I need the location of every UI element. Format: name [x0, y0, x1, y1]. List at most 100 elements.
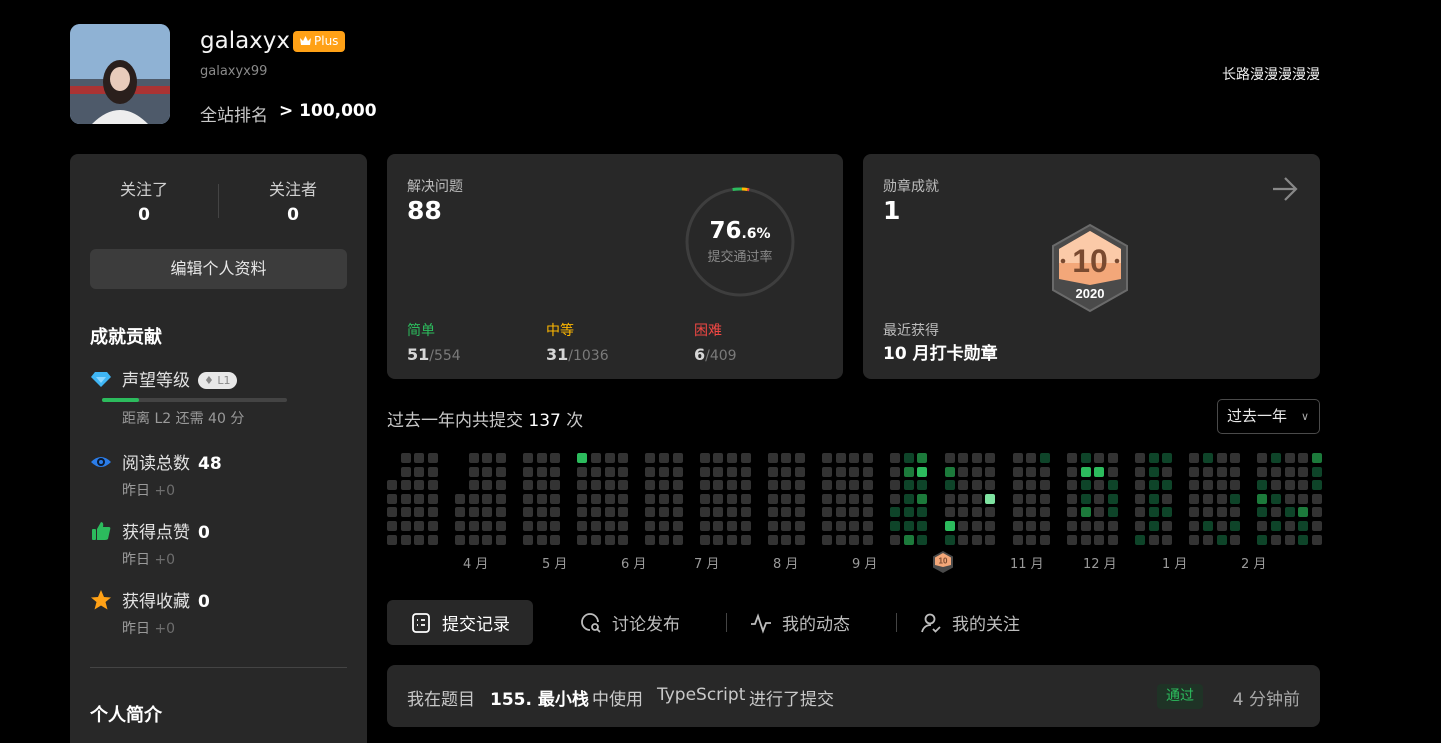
- heatmap-cell[interactable]: [1013, 535, 1023, 545]
- heatmap-cell[interactable]: [1298, 507, 1308, 517]
- heatmap-cell[interactable]: [822, 521, 832, 531]
- heatmap-cell[interactable]: [1217, 467, 1227, 477]
- heatmap-cell[interactable]: [795, 494, 805, 504]
- heatmap-cell[interactable]: [1081, 467, 1091, 477]
- heatmap-cell[interactable]: [1312, 507, 1322, 517]
- heatmap-cell[interactable]: [1162, 480, 1172, 490]
- heatmap-cell[interactable]: [1189, 521, 1199, 531]
- heatmap-cell[interactable]: [1094, 535, 1104, 545]
- heatmap-cell[interactable]: [387, 480, 397, 490]
- heatmap-cell[interactable]: [863, 535, 873, 545]
- heatmap-cell[interactable]: [618, 480, 628, 490]
- heatmap-cell[interactable]: [1285, 494, 1295, 504]
- heatmap-cell[interactable]: [496, 480, 506, 490]
- heatmap-cell[interactable]: [659, 507, 669, 517]
- arrow-right-icon[interactable]: [1271, 176, 1299, 206]
- heatmap-cell[interactable]: [1271, 467, 1281, 477]
- heatmap-cell[interactable]: [550, 521, 560, 531]
- heatmap-cell[interactable]: [645, 480, 655, 490]
- heatmap-cell[interactable]: [1094, 494, 1104, 504]
- heatmap-cell[interactable]: [904, 480, 914, 490]
- heatmap-cell[interactable]: [1162, 521, 1172, 531]
- heatmap-cell[interactable]: [836, 521, 846, 531]
- heatmap-cell[interactable]: [523, 467, 533, 477]
- heatmap-cell[interactable]: [469, 535, 479, 545]
- heatmap-cell[interactable]: [550, 453, 560, 463]
- heatmap-cell[interactable]: [985, 453, 995, 463]
- heatmap-cell[interactable]: [1298, 535, 1308, 545]
- heatmap-cell[interactable]: [1108, 507, 1118, 517]
- heatmap-cell[interactable]: [945, 453, 955, 463]
- heatmap-cell[interactable]: [958, 494, 968, 504]
- heatmap-cell[interactable]: [1189, 535, 1199, 545]
- heatmap-cell[interactable]: [713, 521, 723, 531]
- tab-0[interactable]: 提交记录: [387, 600, 533, 645]
- heatmap-cell[interactable]: [469, 480, 479, 490]
- heatmap-cell[interactable]: [659, 480, 669, 490]
- heatmap-cell[interactable]: [768, 507, 778, 517]
- heatmap-cell[interactable]: [1312, 535, 1322, 545]
- following-stat[interactable]: 关注了 0: [70, 176, 218, 225]
- heatmap-cell[interactable]: [1026, 480, 1036, 490]
- heatmap-cell[interactable]: [1257, 453, 1267, 463]
- heatmap-cell[interactable]: [972, 507, 982, 517]
- heatmap-cell[interactable]: [1135, 467, 1145, 477]
- heatmap-cell[interactable]: [401, 494, 411, 504]
- heatmap-cell[interactable]: [1189, 494, 1199, 504]
- heatmap-cell[interactable]: [727, 467, 737, 477]
- heatmap-cell[interactable]: [1230, 480, 1240, 490]
- heatmap-cell[interactable]: [890, 494, 900, 504]
- tab-1[interactable]: 讨论发布: [557, 600, 703, 645]
- heatmap-cell[interactable]: [523, 494, 533, 504]
- tab-2[interactable]: 我的动态: [727, 600, 873, 645]
- heatmap-cell[interactable]: [591, 453, 601, 463]
- heatmap-cell[interactable]: [577, 521, 587, 531]
- heatmap-cell[interactable]: [1067, 480, 1077, 490]
- heatmap-cell[interactable]: [496, 453, 506, 463]
- heatmap-cell[interactable]: [1040, 453, 1050, 463]
- heatmap-cell[interactable]: [577, 494, 587, 504]
- heatmap-cell[interactable]: [496, 494, 506, 504]
- heatmap-cell[interactable]: [1162, 453, 1172, 463]
- heatmap-cell[interactable]: [972, 453, 982, 463]
- heatmap-cell[interactable]: [958, 521, 968, 531]
- heatmap-cell[interactable]: [795, 453, 805, 463]
- heatmap-cell[interactable]: [890, 467, 900, 477]
- heatmap-cell[interactable]: [1149, 521, 1159, 531]
- heatmap-cell[interactable]: [1149, 453, 1159, 463]
- heatmap-cell[interactable]: [428, 480, 438, 490]
- heatmap-cell[interactable]: [713, 494, 723, 504]
- heatmap-cell[interactable]: [768, 494, 778, 504]
- heatmap-cell[interactable]: [1135, 521, 1145, 531]
- heatmap-cell[interactable]: [849, 535, 859, 545]
- heatmap-cell[interactable]: [1271, 535, 1281, 545]
- heatmap-cell[interactable]: [428, 453, 438, 463]
- heatmap-cell[interactable]: [496, 467, 506, 477]
- heatmap-cell[interactable]: [1217, 494, 1227, 504]
- heatmap-cell[interactable]: [605, 521, 615, 531]
- heatmap-cell[interactable]: [741, 480, 751, 490]
- heatmap-cell[interactable]: [713, 480, 723, 490]
- heatmap-cell[interactable]: [1271, 507, 1281, 517]
- heatmap-cell[interactable]: [1135, 507, 1145, 517]
- heatmap-cell[interactable]: [645, 507, 655, 517]
- problem-link[interactable]: 155. 最小栈: [490, 685, 589, 710]
- heatmap-cell[interactable]: [713, 453, 723, 463]
- avatar[interactable]: [70, 24, 170, 124]
- followers-stat[interactable]: 关注者 0: [219, 176, 367, 225]
- heatmap-cell[interactable]: [1067, 521, 1077, 531]
- heatmap-cell[interactable]: [1189, 507, 1199, 517]
- heatmap-cell[interactable]: [1108, 453, 1118, 463]
- heatmap-cell[interactable]: [1108, 535, 1118, 545]
- heatmap-cell[interactable]: [1149, 467, 1159, 477]
- heatmap-cell[interactable]: [496, 507, 506, 517]
- heatmap-cell[interactable]: [849, 480, 859, 490]
- heatmap-cell[interactable]: [1094, 521, 1104, 531]
- heatmap-cell[interactable]: [1271, 494, 1281, 504]
- heatmap-cell[interactable]: [917, 507, 927, 517]
- heatmap-cell[interactable]: [781, 467, 791, 477]
- heatmap-cell[interactable]: [1135, 494, 1145, 504]
- heatmap-cell[interactable]: [849, 521, 859, 531]
- heatmap-cell[interactable]: [972, 535, 982, 545]
- heatmap-cell[interactable]: [1285, 535, 1295, 545]
